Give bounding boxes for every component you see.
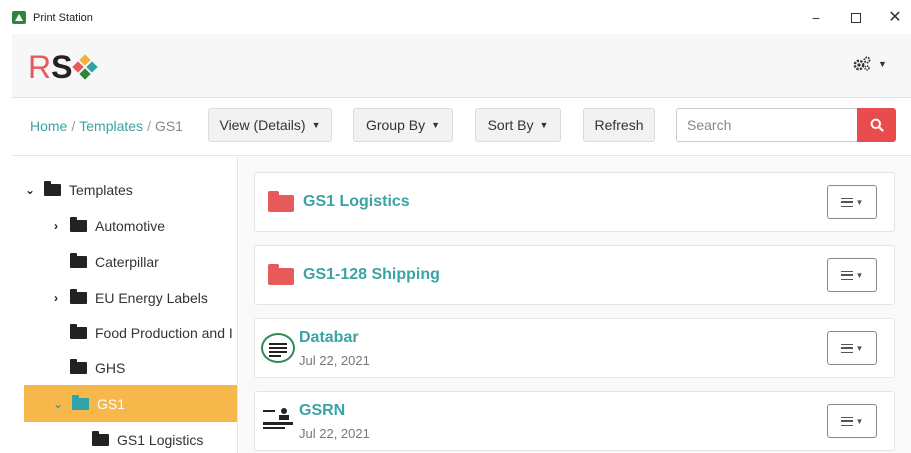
tree-item-caterpillar[interactable]: Caterpillar [70,247,237,277]
minimize-button[interactable]: − [803,8,829,28]
item-menu-button[interactable]: ▼ [827,258,877,292]
menu-icon [840,197,853,207]
breadcrumb: Home / Templates / GS1 [30,118,183,134]
sort-by-button[interactable]: Sort By ▼ [475,108,561,142]
item-title[interactable]: GSRN [299,402,345,420]
folder-tree: ⌄ Templates › Automotive Caterpillar › E… [12,157,238,453]
content-list: GS1 Logistics ▼ GS1-128 Shipping ▼ Datab… [239,157,911,453]
chevron-down-icon: ▼ [855,270,864,280]
item-date: Jul 22, 2021 [299,426,370,441]
chevron-down-icon: ▼ [311,120,321,130]
chevron-down-icon[interactable]: ⌄ [50,397,66,411]
logo-letter-r: R [28,49,52,85]
item-menu-button[interactable]: ▼ [827,331,877,365]
menu-icon [840,343,853,353]
folder-icon [92,431,109,446]
gear-icon [853,56,871,71]
toolbar: Home / Templates / GS1 View (Details) ▼ Group… [12,98,911,156]
folder-icon [72,394,89,410]
chevron-down-icon: ▼ [431,120,441,130]
settings-menu[interactable]: ▼ [852,56,887,72]
group-by-button[interactable]: Group By ▼ [353,108,453,142]
list-item[interactable]: GS1 Logistics ▼ [254,172,895,232]
tree-item-gs1[interactable]: ⌄ GS1 [24,385,237,422]
folder-icon [70,359,87,374]
breadcrumb-templates[interactable]: Templates [79,118,143,134]
tree-item-label: Automotive [95,218,166,234]
chevron-down-icon: ▼ [855,197,864,207]
refresh-button[interactable]: Refresh [583,108,655,142]
maximize-button[interactable] [843,8,869,28]
tree-item-label: GS1 Logistics [117,432,204,448]
item-title[interactable]: GS1 Logistics [303,193,410,211]
list-item[interactable]: Databar Jul 22, 2021 ▼ [254,318,895,378]
group-by-label: Group By [365,117,426,133]
title-bar: Print Station − ✕ [0,0,911,34]
folder-icon [44,181,61,196]
logo: R S [28,49,99,85]
search-icon [870,118,884,132]
view-label: View (Details) [219,117,306,133]
tree-item-automotive[interactable]: › Automotive [48,211,237,241]
list-item[interactable]: GS1-128 Shipping ▼ [254,245,895,305]
search-box [676,108,896,142]
tree-item-gs1-logistics[interactable]: GS1 Logistics [92,425,237,453]
tree-item-label: Food Production and I [95,325,233,341]
item-menu-button[interactable]: ▼ [827,404,877,438]
app-icon [12,11,26,24]
chevron-down-icon[interactable]: ⌄ [22,183,38,197]
folder-icon [70,289,87,304]
folder-icon [268,264,294,285]
tree-item-templates[interactable]: ⌄ Templates [22,175,232,205]
sort-by-label: Sort By [487,117,534,133]
search-button[interactable] [857,108,896,142]
tree-item-label: Caterpillar [95,254,159,270]
chevron-right-icon[interactable]: › [48,219,64,233]
breadcrumb-separator: / [71,118,76,134]
maximize-icon [851,13,861,23]
logo-mark-icon [72,54,99,80]
label-thumbnail-icon [261,333,295,363]
tree-item-label: EU Energy Labels [95,290,208,306]
menu-icon [840,416,853,426]
item-title[interactable]: Databar [299,329,359,347]
window-title: Print Station [33,12,93,24]
breadcrumb-current: GS1 [154,118,183,134]
list-item[interactable]: GSRN Jul 22, 2021 ▼ [254,391,895,451]
search-input[interactable] [676,108,857,142]
folder-icon [70,253,87,268]
tree-item-eu-energy-labels[interactable]: › EU Energy Labels [48,283,237,313]
folder-icon [268,191,294,212]
tree-item-food-production[interactable]: Food Production and I [70,318,237,348]
label-thumbnail-icon [263,408,293,432]
menu-icon [840,270,853,280]
chevron-down-icon: ▼ [539,120,549,130]
tree-item-ghs[interactable]: GHS [70,353,237,383]
item-menu-button[interactable]: ▼ [827,185,877,219]
tree-item-label: GHS [95,360,126,376]
tree-item-label: GS1 [97,395,126,412]
breadcrumb-separator: / [147,118,151,134]
chevron-down-icon: ▼ [855,416,864,426]
folder-icon [70,217,87,232]
close-button[interactable]: ✕ [882,8,908,28]
item-date: Jul 22, 2021 [299,353,370,368]
tree-item-label: Templates [69,182,133,198]
refresh-label: Refresh [594,117,644,133]
chevron-right-icon[interactable]: › [48,291,64,305]
breadcrumb-home[interactable]: Home [30,118,67,134]
logo-letter-s: S [51,49,73,85]
folder-icon [70,324,87,339]
chevron-down-icon: ▼ [878,59,887,69]
app-header: R S ▼ [12,34,911,98]
view-dropdown-button[interactable]: View (Details) ▼ [208,108,332,142]
chevron-down-icon: ▼ [855,343,864,353]
item-title[interactable]: GS1-128 Shipping [303,266,440,284]
